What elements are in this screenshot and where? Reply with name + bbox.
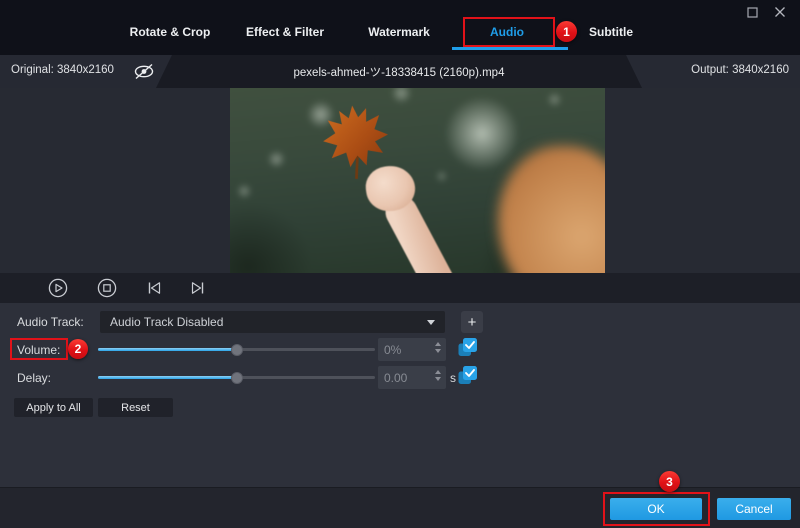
audio-settings-panel: Audio Track: Audio Track Disabled + Volu… [0, 303, 800, 487]
tab-subtitle[interactable]: Subtitle [589, 25, 633, 39]
delay-slider[interactable] [98, 376, 375, 379]
add-audio-track-button[interactable]: + [461, 311, 483, 333]
tab-audio[interactable]: Audio [490, 25, 524, 39]
video-filename: pexels-ahmed-ツ-18338415 (2160p).mp4 [294, 64, 505, 80]
volume-stepper[interactable] [435, 342, 441, 353]
next-frame-icon [189, 279, 207, 297]
delay-apply-all-toggle[interactable] [457, 365, 478, 386]
tab-rotate-crop[interactable]: Rotate & Crop [130, 25, 211, 39]
chevron-down-icon [427, 320, 435, 325]
volume-slider[interactable] [98, 348, 375, 351]
audio-track-label: Audio Track: [17, 315, 84, 329]
info-bar: Original: 3840x2160 pexels-ahmed-ツ-18338… [0, 55, 800, 88]
output-resolution-label: Output: 3840x2160 [691, 64, 789, 76]
volume-label: Volume: [17, 343, 60, 357]
annotation-badge-1: 1 [556, 21, 577, 42]
volume-value: 0% [384, 343, 401, 357]
spin-down-icon[interactable] [435, 349, 441, 353]
active-tab-underline [452, 47, 568, 50]
eye-slash-icon [132, 62, 156, 81]
previous-frame-icon [145, 279, 163, 297]
delay-slider-handle[interactable] [231, 372, 243, 384]
footer-bar: OK Cancel [0, 487, 800, 528]
play-button[interactable] [48, 278, 68, 298]
spin-down-icon[interactable] [435, 377, 441, 381]
delay-unit-label: s [450, 371, 456, 385]
delay-stepper[interactable] [435, 370, 441, 381]
close-button[interactable] [772, 4, 788, 20]
cancel-button[interactable]: Cancel [717, 498, 791, 520]
original-resolution-label: Original: 3840x2160 [11, 64, 114, 76]
delay-value: 0.00 [384, 371, 407, 385]
titlebar: Rotate & Crop Effect & Filter Watermark … [0, 0, 800, 55]
audio-track-dropdown[interactable]: Audio Track Disabled [100, 311, 445, 333]
annotation-badge-3: 3 [659, 471, 680, 492]
stacked-checkbox-icon [457, 337, 478, 358]
volume-slider-handle[interactable] [231, 344, 243, 356]
maximize-icon [747, 7, 758, 18]
filename-plate: pexels-ahmed-ツ-18338415 (2160p).mp4 [156, 55, 642, 88]
player-controls: 00:00:03.24/00:00:05.00 [0, 273, 800, 303]
video-converter-window: Rotate & Crop Effect & Filter Watermark … [0, 0, 800, 528]
apply-to-all-button[interactable]: Apply to All [14, 398, 93, 417]
spin-up-icon[interactable] [435, 342, 441, 346]
stacked-checkbox-icon [457, 365, 478, 386]
volume-slider-fill [98, 348, 237, 351]
volume-apply-all-toggle[interactable] [457, 337, 478, 358]
spin-up-icon[interactable] [435, 370, 441, 374]
volume-input[interactable]: 0% [378, 338, 446, 361]
delay-slider-fill [98, 376, 237, 379]
close-icon [774, 6, 786, 18]
tab-watermark[interactable]: Watermark [368, 25, 430, 39]
next-frame-button[interactable] [188, 278, 208, 298]
maximize-button[interactable] [744, 4, 760, 20]
delay-input[interactable]: 0.00 [378, 366, 446, 389]
delay-label: Delay: [17, 371, 51, 385]
preview-compare-toggle[interactable] [132, 62, 156, 81]
stop-icon [97, 278, 117, 298]
audio-track-selected-value: Audio Track Disabled [110, 315, 223, 329]
ok-button[interactable]: OK [610, 498, 702, 520]
video-preview [230, 88, 605, 273]
video-person-hair [498, 146, 605, 273]
previous-frame-button[interactable] [144, 278, 164, 298]
preview-area [0, 88, 800, 273]
maple-leaf [318, 101, 394, 184]
tab-effect-filter[interactable]: Effect & Filter [246, 25, 324, 39]
reset-button[interactable]: Reset [98, 398, 173, 417]
stop-button[interactable] [97, 278, 117, 298]
play-icon [48, 278, 68, 298]
annotation-badge-2: 2 [68, 339, 88, 359]
